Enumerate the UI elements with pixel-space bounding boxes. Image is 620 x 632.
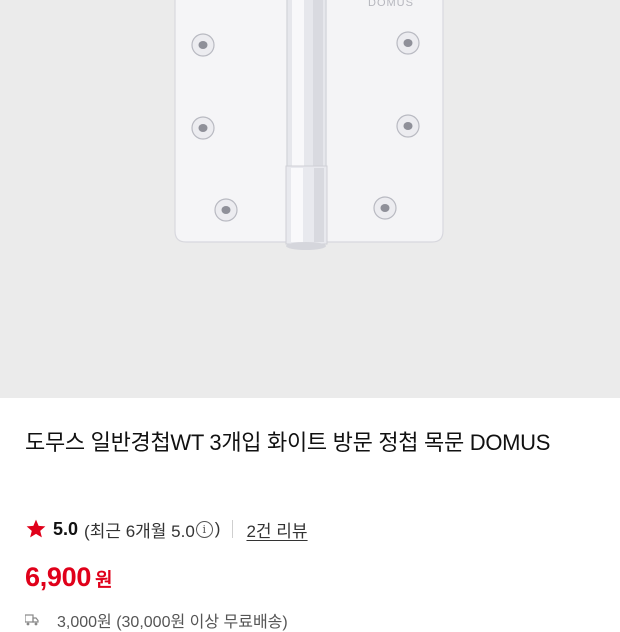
product-title: 도무스 일반경첩WT 3개입 화이트 방문 정첩 목문 DOMUS [25, 430, 551, 455]
brand-emboss: DOMUS [368, 0, 414, 9]
rating-recent-text: (최근 6개월 5.0 [84, 521, 195, 541]
shipping-info: 3,000원 (30,000원 이상 무료배송) [25, 608, 288, 632]
price-currency: 원 [95, 570, 113, 591]
star-icon [26, 519, 46, 538]
review-count-link[interactable]: 2건 리뷰 [246, 517, 307, 542]
rating-score: 5.0 [53, 518, 79, 539]
rating-recent-close: ) [214, 519, 221, 538]
price-row: 6,900 원 [25, 562, 113, 593]
shipping-text: 3,000원 (30,000원 이상 무료배송) [57, 614, 288, 631]
hinge-illustration: DOMUS [174, 0, 444, 250]
product-info: 도무스 일반경첩WT 3개입 화이트 방문 정첩 목문 DOMUS 5.0 (최… [0, 398, 620, 631]
info-icon[interactable]: i [195, 520, 213, 538]
price-amount: 6,900 [25, 562, 92, 592]
rating-row: 5.0 (최근 6개월 5.0 i ) 2건 리뷰 [25, 516, 308, 542]
truck-icon [25, 614, 39, 626]
product-image[interactable]: DOMUS [0, 0, 620, 398]
divider [232, 520, 234, 538]
